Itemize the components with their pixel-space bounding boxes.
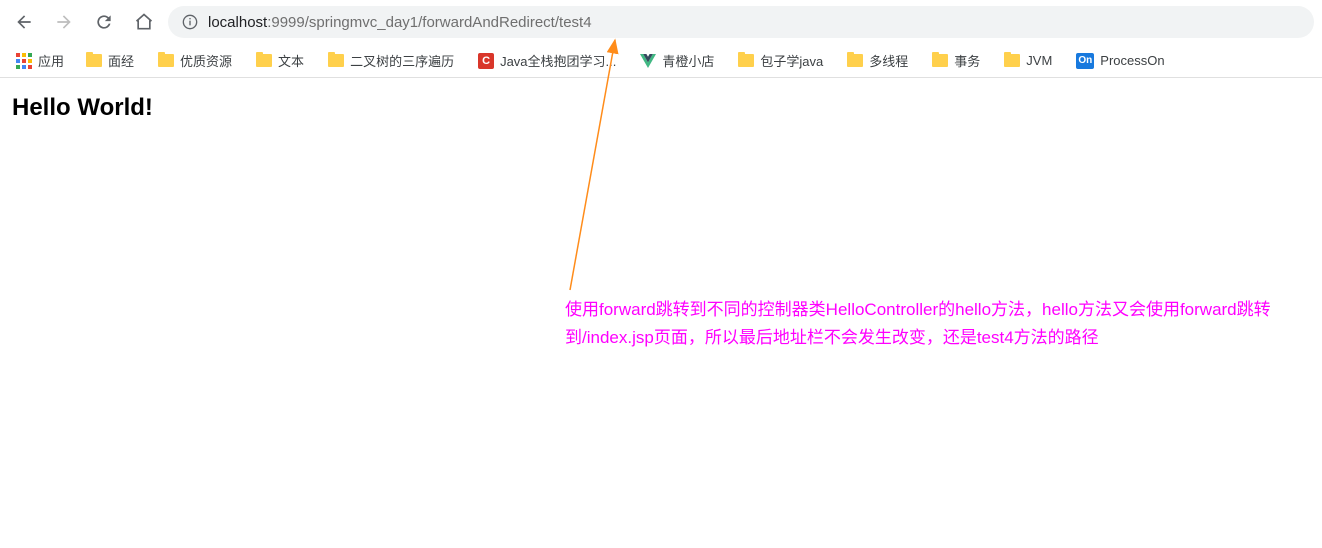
address-bar[interactable]: localhost:9999/springmvc_day1/forwardAnd…: [168, 6, 1314, 38]
bookmark-item[interactable]: 文本: [248, 47, 312, 74]
folder-icon: [1004, 54, 1020, 67]
folder-icon: [932, 54, 948, 67]
bookmark-item[interactable]: C Java全栈抱团学习...: [470, 47, 624, 74]
bookmark-label: 面经: [108, 51, 134, 70]
folder-icon: [256, 54, 272, 67]
info-icon: [182, 14, 198, 30]
c-favicon-icon: C: [478, 53, 494, 69]
bookmark-item[interactable]: 青橙小店: [632, 47, 722, 74]
arrow-left-icon: [14, 12, 34, 32]
bookmark-label: 事务: [954, 51, 980, 70]
bookmark-label: JVM: [1026, 53, 1052, 68]
arrow-right-icon: [54, 12, 74, 32]
page-content: Hello World!: [0, 78, 1322, 138]
bookmark-item[interactable]: 二叉树的三序遍历: [320, 47, 462, 74]
bookmark-item[interactable]: 多线程: [839, 47, 916, 74]
folder-icon: [738, 54, 754, 67]
annotation-text: 使用forward跳转到不同的控制器类HelloController的hello…: [565, 296, 1285, 352]
bookmark-item[interactable]: 面经: [78, 47, 142, 74]
bookmark-label: 文本: [278, 51, 304, 70]
folder-icon: [847, 54, 863, 67]
bookmark-label: 多线程: [869, 51, 908, 70]
back-button[interactable]: [8, 6, 40, 38]
url-text: localhost:9999/springmvc_day1/forwardAnd…: [208, 14, 592, 31]
folder-icon: [158, 54, 174, 67]
bookmark-label: 优质资源: [180, 51, 232, 70]
bookmark-label: ProcessOn: [1100, 53, 1164, 68]
bookmark-item[interactable]: On ProcessOn: [1068, 49, 1172, 73]
bookmark-item[interactable]: 包子学java: [730, 47, 831, 74]
bookmark-label: 青橙小店: [662, 51, 714, 70]
bookmark-item[interactable]: 事务: [924, 47, 988, 74]
home-icon: [134, 12, 154, 32]
apps-label: 应用: [38, 51, 64, 70]
home-button[interactable]: [128, 6, 160, 38]
bookmark-item[interactable]: JVM: [996, 49, 1060, 72]
forward-button[interactable]: [48, 6, 80, 38]
vue-favicon-icon: [640, 53, 656, 69]
apps-grid-icon: [16, 53, 32, 69]
apps-button[interactable]: 应用: [10, 47, 70, 74]
bookmark-item[interactable]: 优质资源: [150, 47, 240, 74]
reload-icon: [94, 12, 114, 32]
page-heading: Hello World!: [12, 94, 1310, 122]
processon-favicon-icon: On: [1076, 53, 1094, 69]
bookmark-label: 二叉树的三序遍历: [350, 51, 454, 70]
bookmark-label: 包子学java: [760, 51, 823, 70]
folder-icon: [86, 54, 102, 67]
folder-icon: [328, 54, 344, 67]
browser-toolbar: localhost:9999/springmvc_day1/forwardAnd…: [0, 0, 1322, 44]
bookmark-label: Java全栈抱团学习...: [500, 51, 616, 70]
reload-button[interactable]: [88, 6, 120, 38]
bookmarks-bar: 应用 面经 优质资源 文本 二叉树的三序遍历 C Java全栈抱团学习... 青橙小店 包子学…: [0, 44, 1322, 78]
